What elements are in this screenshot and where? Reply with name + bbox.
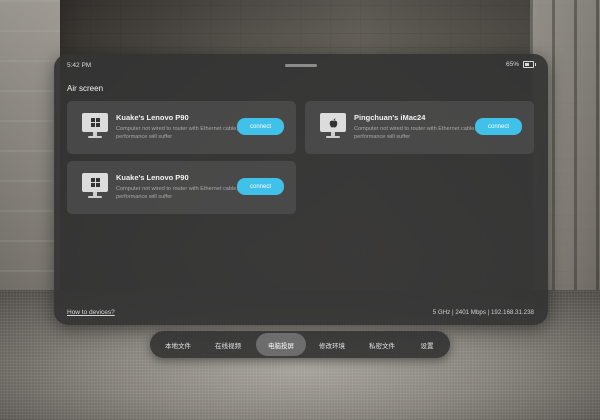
- computer-icon: [82, 113, 108, 143]
- battery-icon: [523, 61, 536, 68]
- windows-logo-icon: [90, 178, 100, 187]
- connect-button[interactable]: connect: [237, 178, 284, 195]
- device-name: Kuake's Lenovo P90: [116, 113, 189, 122]
- tab-screen-cast[interactable]: 电脑投屏: [256, 333, 306, 356]
- tab-online-video[interactable]: 在线视频: [206, 333, 250, 356]
- device-description: Computer not wired to router with Ethern…: [116, 186, 238, 200]
- computer-icon: [82, 173, 108, 203]
- panel-drag-handle[interactable]: [285, 64, 317, 67]
- device-card: Kuake's Lenovo P90 Computer not wired to…: [67, 161, 296, 214]
- connect-button[interactable]: connect: [237, 118, 284, 135]
- tab-settings[interactable]: 设置: [408, 333, 446, 356]
- tab-local-files[interactable]: 本地文件: [156, 333, 200, 356]
- network-info: 5 GHz | 2401 Mbps | 192.168.31.238: [432, 309, 534, 316]
- computer-icon: [320, 113, 346, 143]
- section-title: Air screen: [67, 84, 104, 93]
- device-description: Computer not wired to router with Ethern…: [354, 126, 476, 140]
- device-card: Kuake's Lenovo P90 Computer not wired to…: [67, 101, 296, 154]
- device-card: Pingchuan's iMac24 Computer not wired to…: [305, 101, 534, 154]
- tab-private-files[interactable]: 私密文件: [360, 333, 404, 356]
- device-description: Computer not wired to router with Ethern…: [116, 126, 238, 140]
- battery-percent: 65%: [505, 61, 519, 68]
- background-window-left: [0, 0, 60, 300]
- windows-logo-icon: [90, 118, 100, 127]
- device-name: Kuake's Lenovo P90: [116, 173, 189, 182]
- air-screen-panel: 5:42 PM 65% Air screen Kuake's Lenovo P9…: [54, 54, 548, 325]
- apple-logo-icon: [329, 117, 337, 127]
- device-name: Pingchuan's iMac24: [354, 113, 426, 122]
- bottom-nav-bar: 本地文件 在线视频 电脑投屏 修改环境 私密文件 设置: [150, 331, 450, 358]
- help-link[interactable]: How to devices?: [67, 309, 115, 316]
- status-time: 5:42 PM: [67, 62, 92, 69]
- tab-change-environment[interactable]: 修改环境: [310, 333, 354, 356]
- connect-button[interactable]: connect: [475, 118, 522, 135]
- status-battery: 65%: [505, 61, 536, 68]
